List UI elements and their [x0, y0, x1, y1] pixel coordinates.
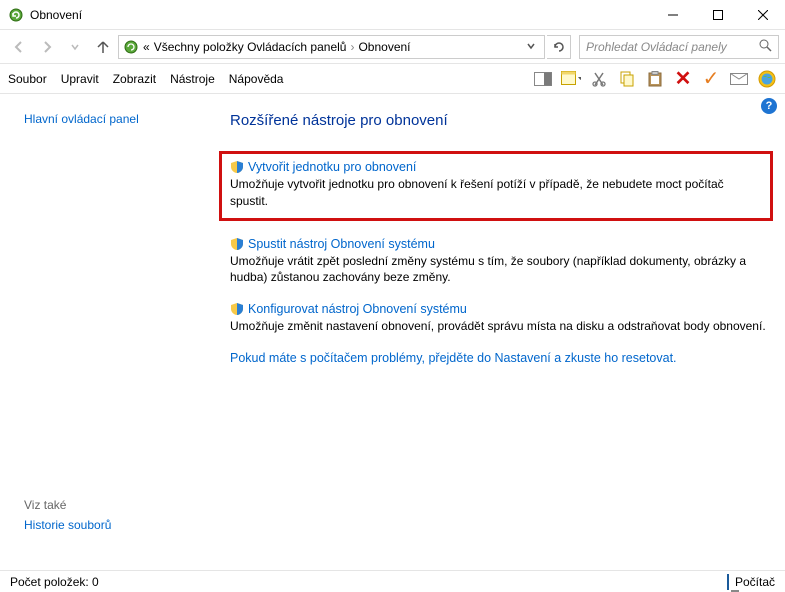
main-pane: Rozšířené nástroje pro obnovení Vytvořit…: [200, 94, 785, 570]
refresh-button[interactable]: [547, 35, 571, 59]
menubar: Soubor Upravit Zobrazit Nástroje Nápověd…: [0, 64, 785, 94]
copy-icon[interactable]: [617, 69, 637, 89]
sidebar-see-also-label: Viz také: [24, 498, 190, 512]
close-button[interactable]: [740, 0, 785, 30]
globe-icon[interactable]: [757, 69, 777, 89]
breadcrumb-icon: [123, 39, 139, 55]
create-recovery-desc: Umožňuje vytvořit jednotku pro obnovení …: [230, 176, 762, 210]
reset-pc-link[interactable]: Pokud máte s počítačem problémy, přejdět…: [230, 351, 771, 365]
shield-icon: [230, 160, 244, 174]
nav-recent-dropdown[interactable]: [62, 34, 88, 60]
breadcrumb-prefix: «: [143, 40, 150, 54]
configure-restore-section: Konfigurovat nástroj Obnovení systému Um…: [230, 302, 771, 335]
view-dropdown-icon[interactable]: [561, 69, 581, 89]
window-title: Obnovení: [30, 8, 82, 22]
configure-restore-desc: Umožňuje změnit nastavení obnovení, prov…: [230, 318, 771, 335]
breadcrumb-dropdown-icon[interactable]: [522, 40, 540, 54]
search-placeholder: Prohledat Ovládací panely: [586, 40, 727, 54]
menu-upravit[interactable]: Upravit: [61, 72, 99, 86]
search-input[interactable]: Prohledat Ovládací panely: [579, 35, 779, 59]
create-recovery-link-text: Vytvořit jednotku pro obnovení: [248, 160, 416, 174]
check-icon[interactable]: ✓: [701, 69, 721, 89]
sidebar-main-panel-link[interactable]: Hlavní ovládací panel: [24, 112, 190, 126]
content: ? Hlavní ovládací panel Viz také Histori…: [0, 94, 785, 570]
breadcrumb-part2[interactable]: Obnovení: [358, 40, 410, 54]
help-icon[interactable]: ?: [761, 98, 777, 114]
menu-zobrazit[interactable]: Zobrazit: [113, 72, 156, 86]
menu-soubor[interactable]: Soubor: [8, 72, 47, 86]
app-icon: [8, 7, 24, 23]
system-restore-section: Spustit nástroj Obnovení systému Umožňuj…: [230, 237, 771, 287]
page-title: Rozšířené nástroje pro obnovení: [230, 112, 771, 129]
maximize-button[interactable]: [695, 0, 740, 30]
statusbar: Počet položek: 0 Počítač: [0, 570, 785, 592]
computer-icon: [727, 575, 729, 589]
configure-restore-link[interactable]: Konfigurovat nástroj Obnovení systému: [230, 302, 771, 316]
view-pane-icon[interactable]: [533, 69, 553, 89]
status-location: Počítač: [735, 575, 775, 589]
nav-forward-button[interactable]: [34, 34, 60, 60]
cut-icon[interactable]: [589, 69, 609, 89]
create-recovery-link[interactable]: Vytvořit jednotku pro obnovení: [230, 160, 762, 174]
mail-icon[interactable]: [729, 69, 749, 89]
menu-napoveda[interactable]: Nápověda: [229, 72, 284, 86]
breadcrumb-sep-icon[interactable]: ›: [350, 40, 354, 54]
system-restore-link[interactable]: Spustit nástroj Obnovení systému: [230, 237, 771, 251]
create-recovery-section: Vytvořit jednotku pro obnovení Umožňuje …: [219, 151, 773, 221]
system-restore-link-text: Spustit nástroj Obnovení systému: [248, 237, 435, 251]
sidebar-file-history-link[interactable]: Historie souborů: [24, 518, 190, 532]
status-item-count: Počet položek: 0: [10, 575, 99, 589]
navbar: « Všechny položky Ovládacích panelů › Ob…: [0, 30, 785, 64]
menu-nastroje[interactable]: Nástroje: [170, 72, 215, 86]
paste-icon[interactable]: [645, 69, 665, 89]
delete-icon[interactable]: ✕: [673, 69, 693, 89]
configure-restore-link-text: Konfigurovat nástroj Obnovení systému: [248, 302, 467, 316]
breadcrumb-part1[interactable]: Všechny položky Ovládacích panelů: [154, 40, 347, 54]
system-restore-desc: Umožňuje vrátit zpět poslední změny syst…: [230, 253, 771, 287]
minimize-button[interactable]: [650, 0, 695, 30]
nav-up-button[interactable]: [90, 34, 116, 60]
search-icon[interactable]: [759, 39, 772, 55]
titlebar: Obnovení: [0, 0, 785, 30]
sidebar: Hlavní ovládací panel Viz také Historie …: [0, 94, 200, 570]
toolbar: ✕ ✓: [533, 69, 777, 89]
shield-icon: [230, 237, 244, 251]
shield-icon: [230, 302, 244, 316]
breadcrumb[interactable]: « Všechny položky Ovládacích panelů › Ob…: [118, 35, 545, 59]
nav-back-button[interactable]: [6, 34, 32, 60]
